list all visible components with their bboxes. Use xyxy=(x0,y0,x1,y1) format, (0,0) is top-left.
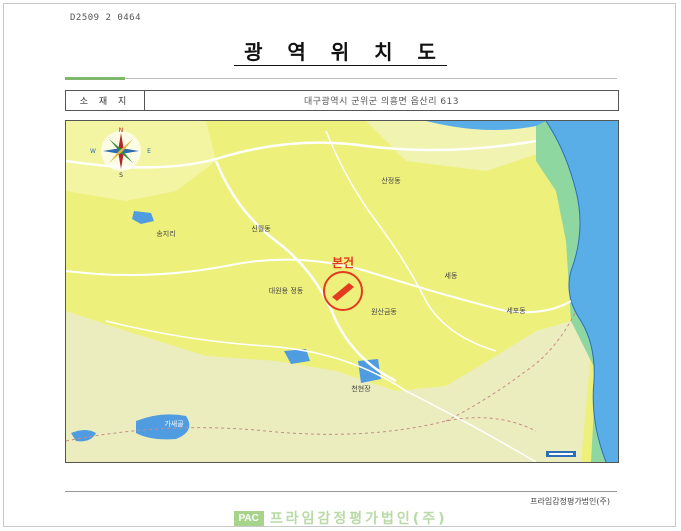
site-label: 본건 xyxy=(332,255,354,270)
compass-east: E xyxy=(147,148,151,155)
place-label-9: 천현장 xyxy=(351,384,371,393)
place-label-2: 송지리 xyxy=(156,229,175,238)
pac-logo: PAC xyxy=(233,510,264,526)
place-label-3: 신월동 xyxy=(251,224,271,233)
location-address: 대구광역시 군위군 의흥면 읍산리 613 xyxy=(303,97,460,107)
place-label-1: 산정동 xyxy=(381,176,401,185)
title-divider-accent xyxy=(65,77,125,80)
scale-bar xyxy=(546,451,576,457)
place-label-6: 원산금동 xyxy=(371,307,397,316)
location-label: 소 재 지 xyxy=(66,91,145,110)
location-map: N W E S 산정동 송지리 신월동 세동 세포동 원산금동 대원용 정동 가… xyxy=(65,120,619,463)
place-label-4: 세동 xyxy=(445,271,458,280)
location-table: 소 재 지 대구광역시 군위군 의흥면 읍산리 613 xyxy=(65,90,619,111)
footer-divider xyxy=(65,491,617,492)
company-name: 프라임감정평가법인(주) xyxy=(269,511,448,527)
title-divider xyxy=(65,78,617,79)
title-text: 광 역 위 치 도 xyxy=(234,40,447,66)
place-label-5: 세포동 xyxy=(506,306,526,315)
place-label-8: 가새골 xyxy=(164,419,184,428)
document-number: D2509 2 0464 xyxy=(70,13,142,23)
compass-south: S xyxy=(119,172,123,179)
footer-company-small: 프라임감정평가법인(주) xyxy=(530,497,610,506)
footer-logo: PAC 프라임감정평가법인(주) xyxy=(0,508,681,528)
page-title: 광 역 위 치 도 xyxy=(0,36,681,66)
map-canvas: N W E S 산정동 송지리 신월동 세동 세포동 원산금동 대원용 정동 가… xyxy=(66,121,618,462)
compass-west: W xyxy=(90,148,96,155)
place-label-7: 대원용 정동 xyxy=(269,286,304,295)
compass-north: N xyxy=(119,127,124,134)
